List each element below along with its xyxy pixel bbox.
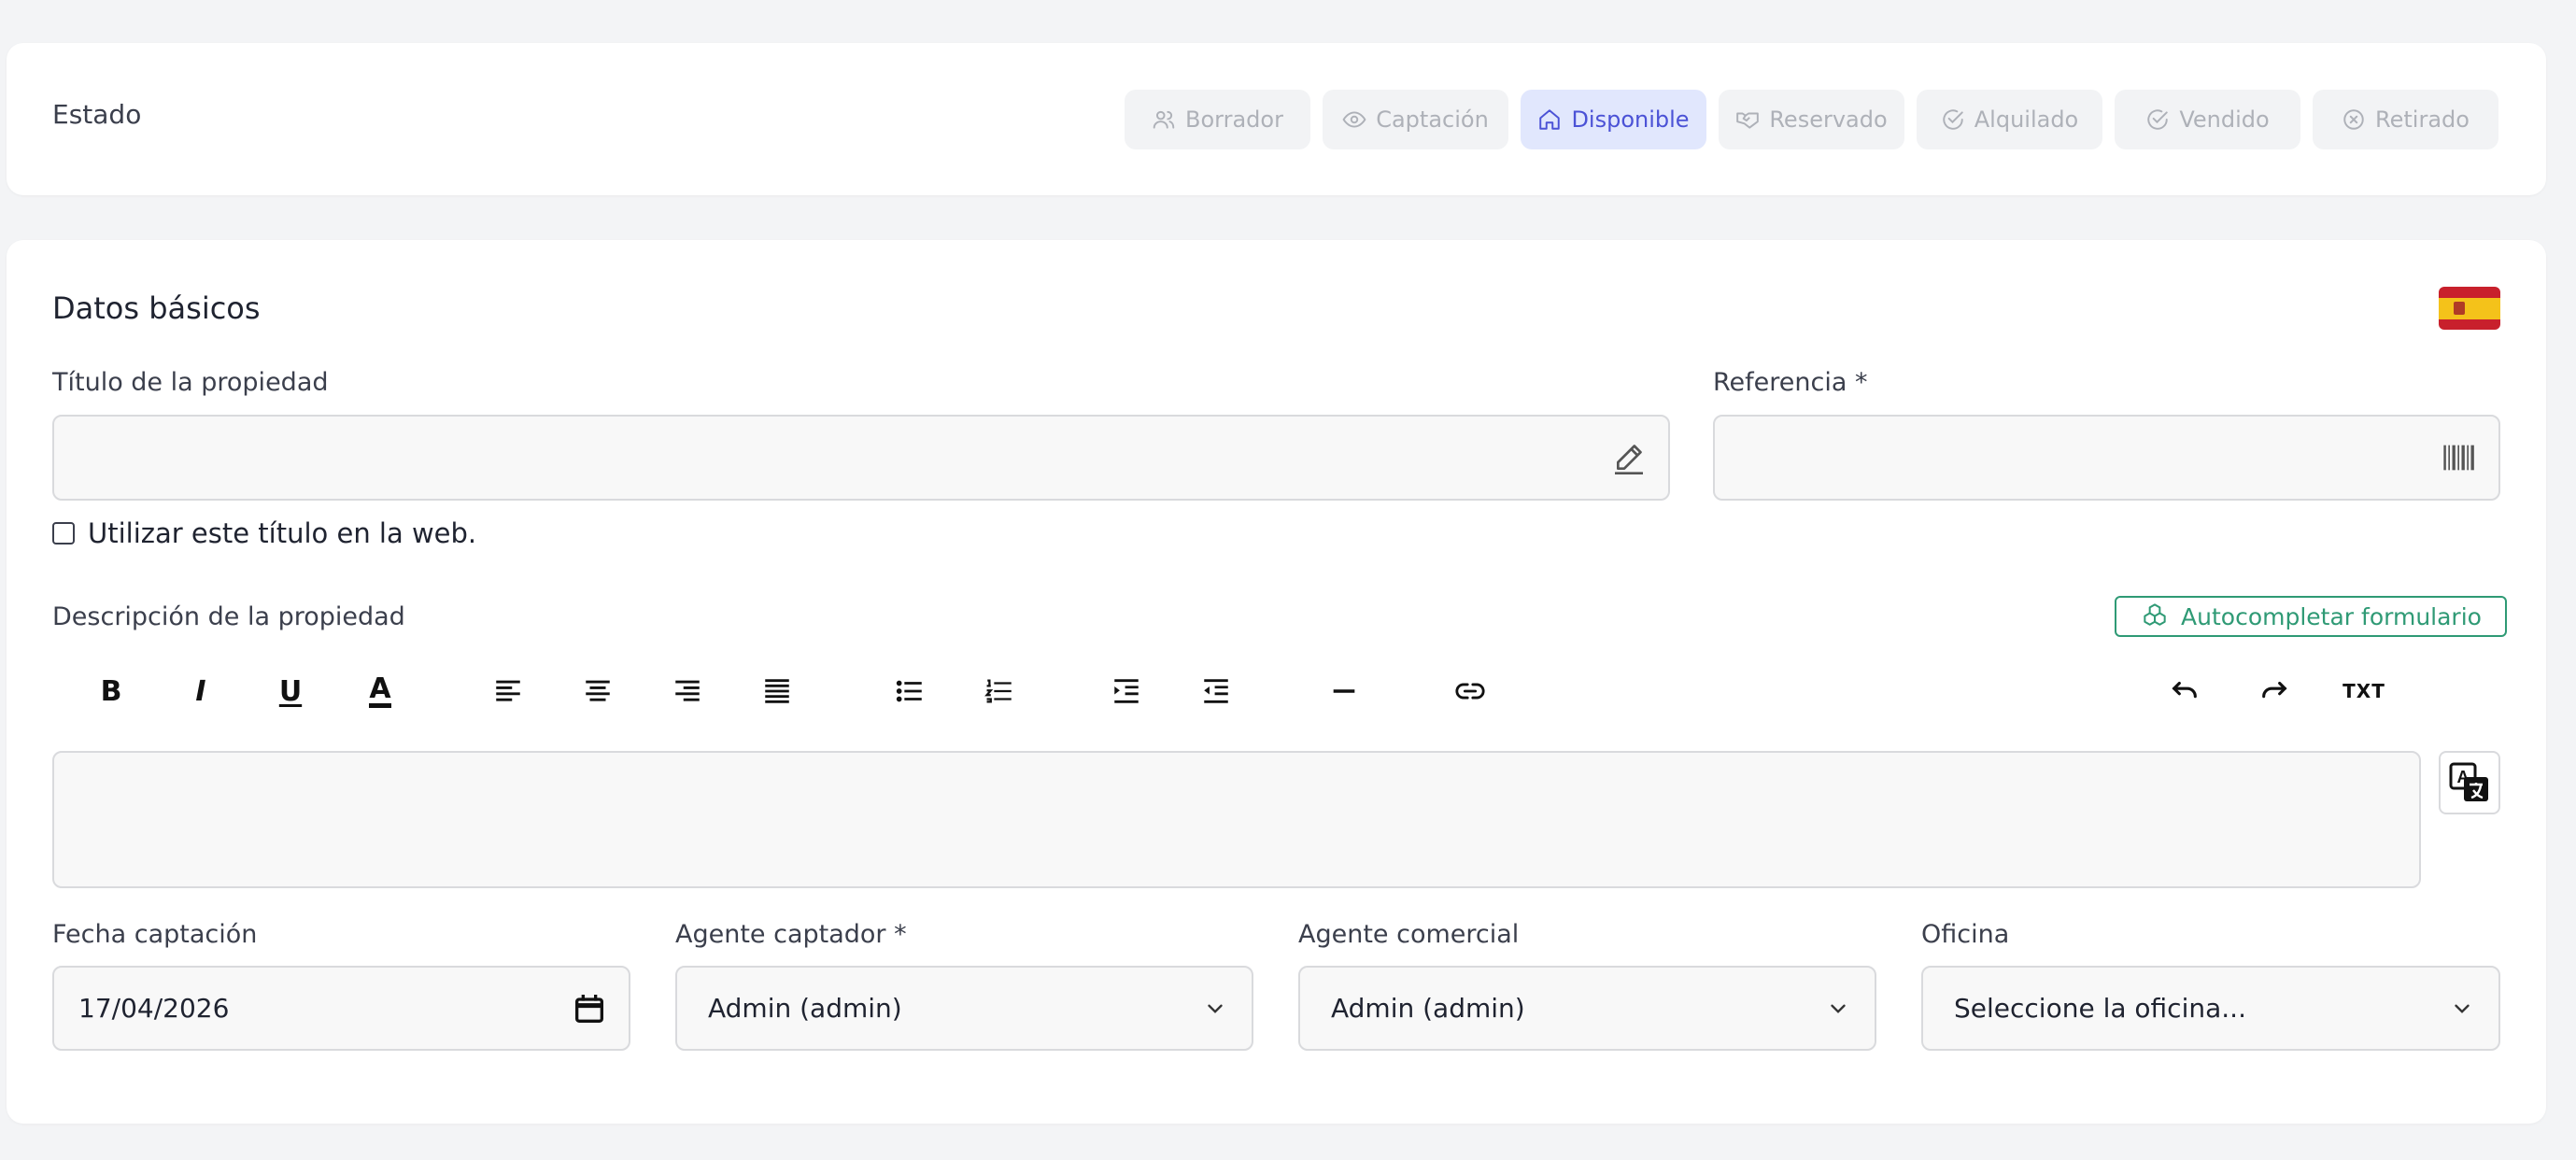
status-alquilado-label: Alquilado [1974,106,2079,133]
openai-icon [2144,603,2166,626]
barcode-icon [2441,439,2478,476]
estado-card: Estado Borrador Captación Disponible Res… [7,43,2546,195]
translate-icon: A [2449,762,2488,801]
title-field[interactable] [52,415,1670,501]
agente-captador-select[interactable]: Admin (admin) [675,966,1253,1051]
align-justify-button[interactable] [751,665,803,717]
oficina-select[interactable]: Seleccione la oficina... [1921,966,2500,1051]
align-left-icon [496,680,520,701]
handshake-icon [1736,112,1760,129]
numbered-list-button[interactable] [973,665,1026,717]
undo-button[interactable] [2158,665,2211,717]
align-justify-icon [765,679,789,703]
status-reservado-label: Reservado [1769,106,1888,133]
autocomplete-form-label: Autocompletar formulario [2181,602,2482,630]
status-retirado-label: Retirado [2375,106,2470,133]
outdent-button[interactable] [1190,665,1242,717]
reference-input[interactable] [1715,417,2498,499]
bullet-list-button[interactable] [884,665,936,717]
use-title-on-web-label: Utilizar este título en la web. [88,517,477,549]
status-captacion-button[interactable]: Captación [1323,90,1508,149]
numbered-list-icon [984,679,1012,703]
status-borrador-label: Borrador [1185,106,1283,133]
spain-flag-icon[interactable] [2439,287,2500,330]
status-vendido-label: Vendido [2179,106,2270,133]
x-circle-icon [2343,109,2364,130]
bold-button[interactable]: B [85,665,137,717]
align-center-icon [586,680,610,701]
chevron-down-icon [2455,1004,2470,1013]
horizontal-rule-button[interactable] [1318,665,1370,717]
status-disponible-label: Disponible [1571,106,1690,133]
oficina-label: Oficina [1921,920,2010,949]
title-input[interactable] [54,417,1668,499]
chevron-down-icon [1831,1004,1846,1013]
agente-comercial-select[interactable]: Admin (admin) [1298,966,1876,1051]
underline-icon: U [278,674,303,708]
reference-field[interactable] [1713,415,2500,501]
status-captacion-label: Captación [1376,106,1489,133]
align-right-button[interactable] [661,665,714,717]
reference-field-label: Referencia * [1713,368,1868,397]
plain-text-icon: TXT [2342,680,2385,702]
indent-button[interactable] [1100,665,1153,717]
basic-data-title: Datos básicos [52,290,261,326]
status-selector: Borrador Captación Disponible Reservado … [1125,90,2498,149]
oficina-value: Seleccione la oficina... [1954,993,2246,1024]
link-icon [1455,683,1485,700]
calendar-icon[interactable] [571,990,608,1027]
underline-button[interactable]: U [264,665,317,717]
status-borrador-button[interactable]: Borrador [1125,90,1310,149]
italic-button[interactable]: I [175,665,227,717]
text-color-button[interactable]: A [354,665,406,717]
home-icon [1539,109,1561,130]
text-color-icon: A [369,674,391,708]
chevron-down-icon [1208,1004,1223,1013]
status-retirado-button[interactable]: Retirado [2313,90,2498,149]
estado-title: Estado [52,99,142,130]
status-disponible-button[interactable]: Disponible [1521,90,1706,149]
horizontal-rule-icon [1333,689,1355,693]
agente-comercial-value: Admin (admin) [1331,993,1525,1024]
agente-captador-value: Admin (admin) [708,993,902,1024]
check-circle-icon [2147,109,2169,130]
pencil-icon[interactable] [1610,439,1648,476]
undo-icon [2172,681,2197,699]
redo-button[interactable] [2248,665,2300,717]
status-alquilado-button[interactable]: Alquilado [1917,90,2102,149]
align-left-button[interactable] [482,665,534,717]
agente-captador-label: Agente captador * [675,920,907,949]
align-center-button[interactable] [572,665,624,717]
autocomplete-form-button[interactable]: Autocompletar formulario [2115,596,2507,637]
translate-button[interactable]: A [2439,751,2500,814]
description-label: Descripción de la propiedad [52,602,405,631]
description-editor[interactable] [52,751,2421,888]
status-vendido-button[interactable]: Vendido [2115,90,2300,149]
users-icon [1153,110,1175,129]
indent-icon [1114,679,1139,703]
basic-data-card: Datos básicos Título de la propiedad Ref… [7,240,2546,1124]
use-title-on-web-checkbox[interactable] [52,522,75,545]
italic-icon: I [195,674,206,708]
check-circle-icon [1943,109,1963,130]
agente-comercial-label: Agente comercial [1298,920,1520,949]
fecha-captacion-field[interactable]: 17/04/2026 [52,966,630,1051]
align-right-icon [675,680,700,701]
status-reservado-button[interactable]: Reservado [1719,90,1904,149]
eye-icon [1342,111,1366,128]
outdent-icon [1204,679,1228,703]
bullet-list-icon [896,680,922,702]
plain-text-button[interactable]: TXT [2338,665,2390,717]
redo-icon [2262,681,2287,699]
title-field-label: Título de la propiedad [52,368,329,397]
fecha-captacion-label: Fecha captación [52,920,258,949]
use-title-on-web-row[interactable]: Utilizar este título en la web. [52,517,476,549]
link-button[interactable] [1444,665,1496,717]
fecha-captacion-value[interactable]: 17/04/2026 [54,968,629,1049]
bold-icon: B [100,674,122,708]
